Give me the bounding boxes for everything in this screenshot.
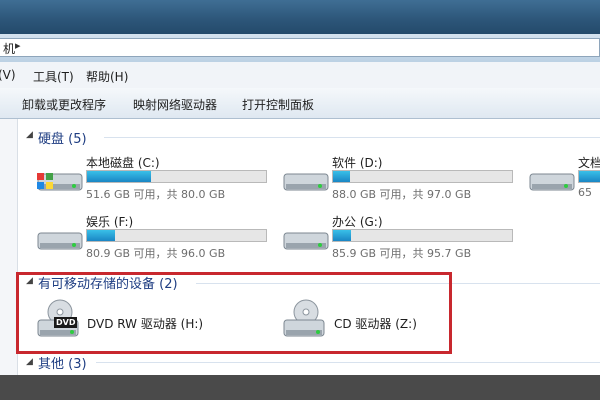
- drive-space-text: 88.0 GB 可用，共 97.0 GB: [332, 188, 472, 201]
- group-header-hard-disks[interactable]: 硬盘 (5): [38, 128, 87, 147]
- drive-usage-bar: [332, 229, 513, 242]
- address-field[interactable]: 机 ▸: [0, 38, 600, 57]
- drive-usage-fill: [333, 230, 352, 241]
- drive-usage-bar: [578, 170, 600, 183]
- hard-disk-icon: [529, 173, 575, 191]
- map-network-drive-button[interactable]: 映射网络驱动器: [133, 96, 217, 113]
- address-path: 机: [3, 42, 16, 56]
- drive-usage-bar: [332, 170, 513, 183]
- highlight-box: [16, 272, 452, 354]
- address-bar: 机 ▸: [0, 34, 600, 63]
- group-divider: [104, 137, 600, 138]
- collapse-arrow-icon[interactable]: ◢: [26, 130, 33, 140]
- drive-space-text: 65: [578, 186, 592, 199]
- window-title-bar: [0, 0, 600, 34]
- drive-name: 娱乐 (F:): [86, 215, 134, 229]
- drive-name: 办公 (G:): [332, 215, 383, 229]
- drive-usage-fill: [579, 171, 600, 182]
- hard-disk-icon: [283, 173, 329, 191]
- drive-name: 本地磁盘 (C:): [86, 156, 160, 170]
- hard-disk-icon: [37, 232, 83, 250]
- drive-e[interactable]: 文档 65: [528, 154, 600, 202]
- drive-name: 软件 (D:): [332, 156, 383, 170]
- collapse-arrow-icon[interactable]: ◢: [26, 357, 33, 367]
- open-control-panel-button[interactable]: 打开控制面板: [242, 96, 314, 113]
- uninstall-program-button[interactable]: 卸载或更改程序: [22, 96, 106, 113]
- command-toolbar: 卸载或更改程序 映射网络驱动器 打开控制面板: [0, 88, 600, 119]
- drive-g[interactable]: 办公 (G:) 85.9 GB 可用，共 95.7 GB: [282, 213, 522, 261]
- group-header-other[interactable]: 其他 (3): [38, 353, 87, 372]
- windows-logo-icon: [37, 173, 53, 189]
- group-divider: [96, 362, 600, 363]
- menu-bar: (V) 工具(T) 帮助(H): [0, 62, 600, 89]
- breadcrumb-arrow-icon[interactable]: ▸: [15, 39, 21, 52]
- menu-view[interactable]: (V): [0, 68, 16, 82]
- drive-usage-bar: [86, 170, 267, 183]
- drive-usage-fill: [87, 230, 116, 241]
- drive-space-text: 85.9 GB 可用，共 95.7 GB: [332, 247, 472, 260]
- drive-c[interactable]: 本地磁盘 (C:) 51.6 GB 可用，共 80.0 GB: [36, 154, 276, 202]
- hard-disk-icon: [283, 232, 329, 250]
- menu-help[interactable]: 帮助(H): [86, 68, 128, 85]
- drive-usage-fill: [333, 171, 350, 182]
- drive-name: 文档: [578, 156, 600, 170]
- status-bar: [0, 375, 600, 400]
- menu-tools[interactable]: 工具(T): [33, 68, 74, 85]
- drive-usage-fill: [87, 171, 151, 182]
- drive-f[interactable]: 娱乐 (F:) 80.9 GB 可用，共 96.0 GB: [36, 213, 276, 261]
- drive-space-text: 51.6 GB 可用，共 80.0 GB: [86, 188, 226, 201]
- drive-d[interactable]: 软件 (D:) 88.0 GB 可用，共 97.0 GB: [282, 154, 522, 202]
- drive-space-text: 80.9 GB 可用，共 96.0 GB: [86, 247, 226, 260]
- drive-usage-bar: [86, 229, 267, 242]
